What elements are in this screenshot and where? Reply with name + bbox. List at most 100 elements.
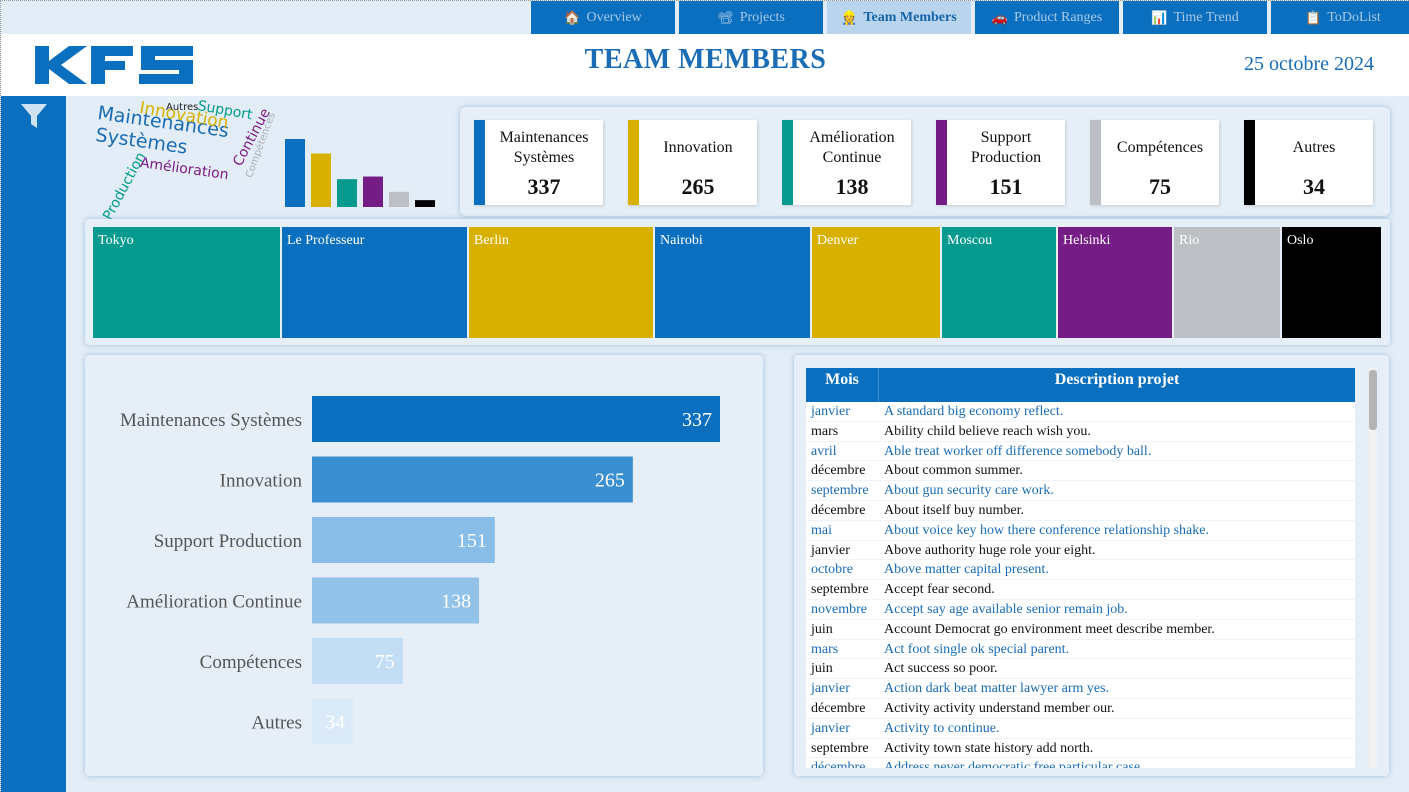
kpi-card[interactable]: Support Production 151: [936, 120, 1065, 205]
cell-mois: juin: [811, 621, 833, 637]
bar-value-label: 265: [595, 470, 625, 492]
table-row[interactable]: juin Account Democrat go environment meet…: [806, 619, 1355, 640]
tab-label: Product Ranges: [1013, 9, 1103, 25]
treemap-label: Moscou: [947, 233, 993, 248]
mini-bar-chart[interactable]: [285, 139, 437, 207]
treemap-tile[interactable]: Berlin: [469, 227, 655, 338]
treemap-tile[interactable]: Oslo: [1282, 227, 1383, 338]
mini-bar[interactable]: [311, 153, 331, 207]
treemap-tile[interactable]: Moscou: [942, 227, 1058, 338]
cell-description: Activity to continue.: [884, 720, 1000, 736]
table-row[interactable]: juin Act success so poor.: [806, 659, 1355, 680]
treemap-tile[interactable]: Helsinki: [1058, 227, 1174, 338]
kpi-value: 75: [1149, 174, 1171, 199]
treemap-tile[interactable]: Nairobi: [655, 227, 812, 338]
projects-table: Mois Description projet janvier A standar…: [794, 355, 1389, 776]
table-row[interactable]: décembre About common summer.: [806, 461, 1355, 482]
kpi-label: Support Production: [970, 129, 1042, 166]
kpi-color-bar: [1090, 120, 1101, 205]
kpi-card[interactable]: Autres 34: [1244, 120, 1373, 205]
treemap-tile[interactable]: Tokyo: [93, 227, 282, 338]
cell-mois: avril: [811, 443, 837, 459]
table-row[interactable]: octobre Above matter capital present.: [806, 560, 1355, 581]
treemap-label: Rio: [1179, 233, 1200, 248]
cell-description: Accept say age available senior remain j…: [884, 601, 1128, 617]
bar-value-label: 151: [457, 530, 487, 552]
header: TEAM MEMBERS 25 octobre 2024: [1, 34, 1409, 96]
treemap-tile[interactable]: Rio: [1174, 227, 1282, 338]
mini-bar[interactable]: [285, 139, 305, 207]
cell-mois: septembre: [811, 740, 869, 756]
cell-description: Able treat worker off difference somebod…: [884, 443, 1152, 459]
chart-icon: 📊: [1151, 9, 1168, 25]
cell-description: Action dark beat matter lawyer arm yes.: [884, 681, 1110, 697]
mini-bar[interactable]: [389, 191, 409, 207]
column-header-mois[interactable]: Mois: [806, 371, 878, 389]
mini-bar[interactable]: [337, 179, 357, 207]
kpi-value: 337: [527, 174, 561, 199]
tab-product-ranges[interactable]: 🚗 Product Ranges: [975, 1, 1119, 34]
tab-overview[interactable]: 🏠 Overview: [531, 1, 675, 34]
cell-mois: janvier: [811, 404, 850, 419]
kpi-card[interactable]: Innovation 265: [628, 120, 757, 205]
bar-category-label: Maintenances Systèmes: [120, 410, 302, 431]
scrollbar-thumb[interactable]: [1369, 370, 1377, 430]
table-row[interactable]: septembre About gun security care work.: [806, 481, 1355, 501]
cell-description: About common summer.: [884, 463, 1023, 479]
mini-bar[interactable]: [415, 200, 435, 207]
treemap-label: Oslo: [1287, 233, 1314, 248]
bar-chart[interactable]: Maintenances Systèmes 337 Innovation 265 Sup…: [85, 355, 763, 776]
word-cloud[interactable]: Maintenances Systèmes Innovation Support…: [93, 98, 293, 223]
table-row[interactable]: mai About voice key how there conference …: [806, 520, 1355, 541]
bar-value-label: 34: [325, 712, 345, 734]
kpi-card[interactable]: Maintenances Systèmes 337: [474, 120, 603, 205]
table-row[interactable]: janvier A standard big economy reflect.: [806, 402, 1355, 422]
treemap-tile[interactable]: Le Professeur: [282, 227, 469, 338]
table-row[interactable]: septembre Activity town state history add…: [806, 738, 1355, 759]
kpi-value: 265: [681, 174, 715, 199]
bar[interactable]: [312, 396, 720, 442]
treemap-label: Tokyo: [98, 233, 134, 248]
tab-projects[interactable]: 📽 Projects: [679, 1, 823, 34]
treemap-label: Berlin: [474, 233, 509, 248]
table-row[interactable]: janvier Above authority huge role your ei…: [806, 540, 1355, 561]
kpi-label: Autres: [1292, 139, 1336, 156]
treemap-tile[interactable]: Denver: [812, 227, 942, 338]
table-row[interactable]: décembre Address never democratic free pa…: [806, 758, 1355, 768]
film-projector-icon: 📽: [717, 9, 734, 25]
table-row[interactable]: décembre Activity activity understand mem…: [806, 698, 1355, 719]
cell-description: About voice key how there conference rel…: [884, 522, 1209, 538]
cloud-word: Amélioration: [138, 155, 230, 184]
table-row[interactable]: novembre Accept say age available senior …: [806, 599, 1355, 620]
treemap-label: Helsinki: [1063, 233, 1111, 248]
table-row[interactable]: mars Ability child believe reach wish you…: [806, 421, 1355, 442]
cell-mois: juin: [811, 661, 833, 677]
table-row[interactable]: mars Act foot single ok special parent.: [806, 639, 1355, 660]
tab-label: ToDoList: [1327, 9, 1381, 25]
tab-time-trend[interactable]: 📊 Time Trend: [1123, 1, 1267, 34]
filter-icon[interactable]: [20, 102, 48, 135]
cell-description: Activity town state history add north.: [884, 740, 1094, 756]
table-scrollbar[interactable]: [1369, 368, 1377, 768]
cell-mois: décembre: [811, 700, 866, 716]
table-row[interactable]: septembre Accept fear second.: [806, 580, 1355, 600]
table-row[interactable]: avril Able treat worker off difference so…: [806, 441, 1355, 462]
kpi-card[interactable]: Amélioration Continue 138: [782, 120, 911, 205]
kpi-color-bar: [474, 120, 485, 205]
table-row[interactable]: décembre About itself buy number.: [806, 500, 1355, 521]
cell-description: Address never democratic free particular…: [884, 760, 1144, 768]
bar-value-label: 138: [441, 591, 471, 613]
tab-team-members[interactable]: 👷 Team Members: [827, 1, 971, 34]
kpi-card[interactable]: Compétences 75: [1090, 120, 1219, 205]
sidebar: [1, 96, 66, 792]
kpi-label: Amélioration Continue: [809, 129, 895, 166]
bar[interactable]: [312, 456, 633, 503]
mini-bar[interactable]: [363, 176, 383, 207]
notepad-icon: 📋: [1305, 9, 1322, 25]
table-row[interactable]: janvier Activity to continue.: [806, 718, 1355, 739]
car-icon: 🚗: [991, 9, 1008, 25]
column-header-description[interactable]: Description projet: [878, 368, 1355, 402]
page-title: TEAM MEMBERS: [584, 44, 827, 75]
tab-todolist[interactable]: 📋 ToDoList: [1271, 1, 1409, 34]
table-row[interactable]: janvier Action dark beat matter lawyer ar…: [806, 679, 1355, 699]
